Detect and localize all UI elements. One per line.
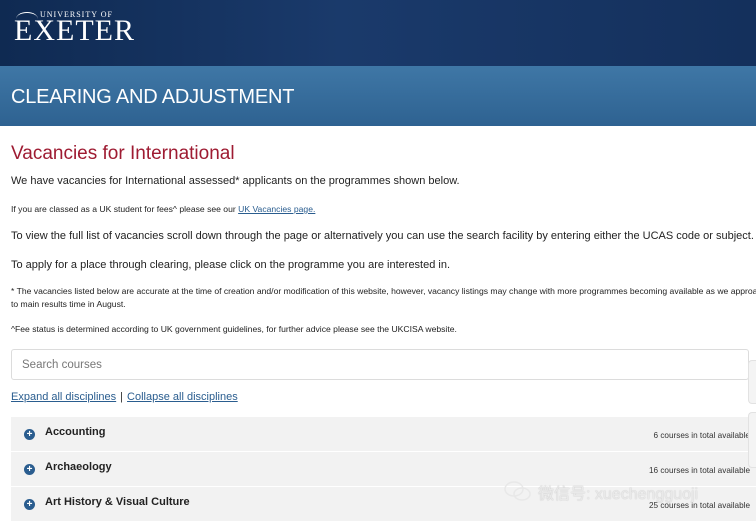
plus-circle-icon: + <box>24 499 35 510</box>
page-title: Vacancies for International <box>11 143 235 164</box>
banner-title: CLEARING AND ADJUSTMENT <box>11 86 295 108</box>
plus-circle-icon: + <box>24 464 35 475</box>
discipline-count: 16 courses in total available <box>648 466 750 475</box>
site-header: UNIVERSITY OF EXETER <box>0 0 756 66</box>
view-instructions: To view the full list of vacancies scrol… <box>11 230 754 242</box>
discipline-title: Accounting <box>45 426 106 438</box>
fee-note: ^Fee status is determined according to U… <box>11 324 457 334</box>
wechat-icon <box>504 481 531 501</box>
uk-note: If you are classed as a UK student for f… <box>11 204 315 214</box>
discipline-accounting[interactable]: + Accounting 6 courses in total availabl… <box>11 417 756 451</box>
search-input[interactable] <box>11 349 749 380</box>
disclaimer-line-2: to main results time in August. <box>11 299 126 309</box>
page-banner: CLEARING AND ADJUSTMENT <box>0 66 756 126</box>
separator: | <box>120 391 124 403</box>
uk-note-text: If you are classed as a UK student for f… <box>11 204 239 214</box>
logo-big-text: EXETER <box>14 14 135 47</box>
uk-vacancies-link[interactable]: UK Vacancies page. <box>238 204 315 214</box>
collapse-all-link[interactable]: Collapse all disciplines <box>127 391 238 403</box>
apply-instructions: To apply for a place through clearing, p… <box>11 259 451 271</box>
intro-text: We have vacancies for International asse… <box>11 175 460 187</box>
plus-circle-icon: + <box>24 429 35 440</box>
side-tab[interactable] <box>748 360 756 404</box>
discipline-count: 6 courses in total available <box>653 431 751 440</box>
side-tab[interactable] <box>748 412 756 468</box>
expand-all-link[interactable]: Expand all disciplines <box>11 391 116 403</box>
disclaimer-line-1: * The vacancies listed below are accurat… <box>11 286 756 296</box>
disclosure-controls: Expand all disciplines | Collapse all disc… <box>11 391 238 403</box>
watermark-text: 微信号: xuechengguoji <box>538 486 699 503</box>
discipline-title: Art History & Visual Culture <box>45 496 190 508</box>
discipline-title: Archaeology <box>45 461 112 473</box>
